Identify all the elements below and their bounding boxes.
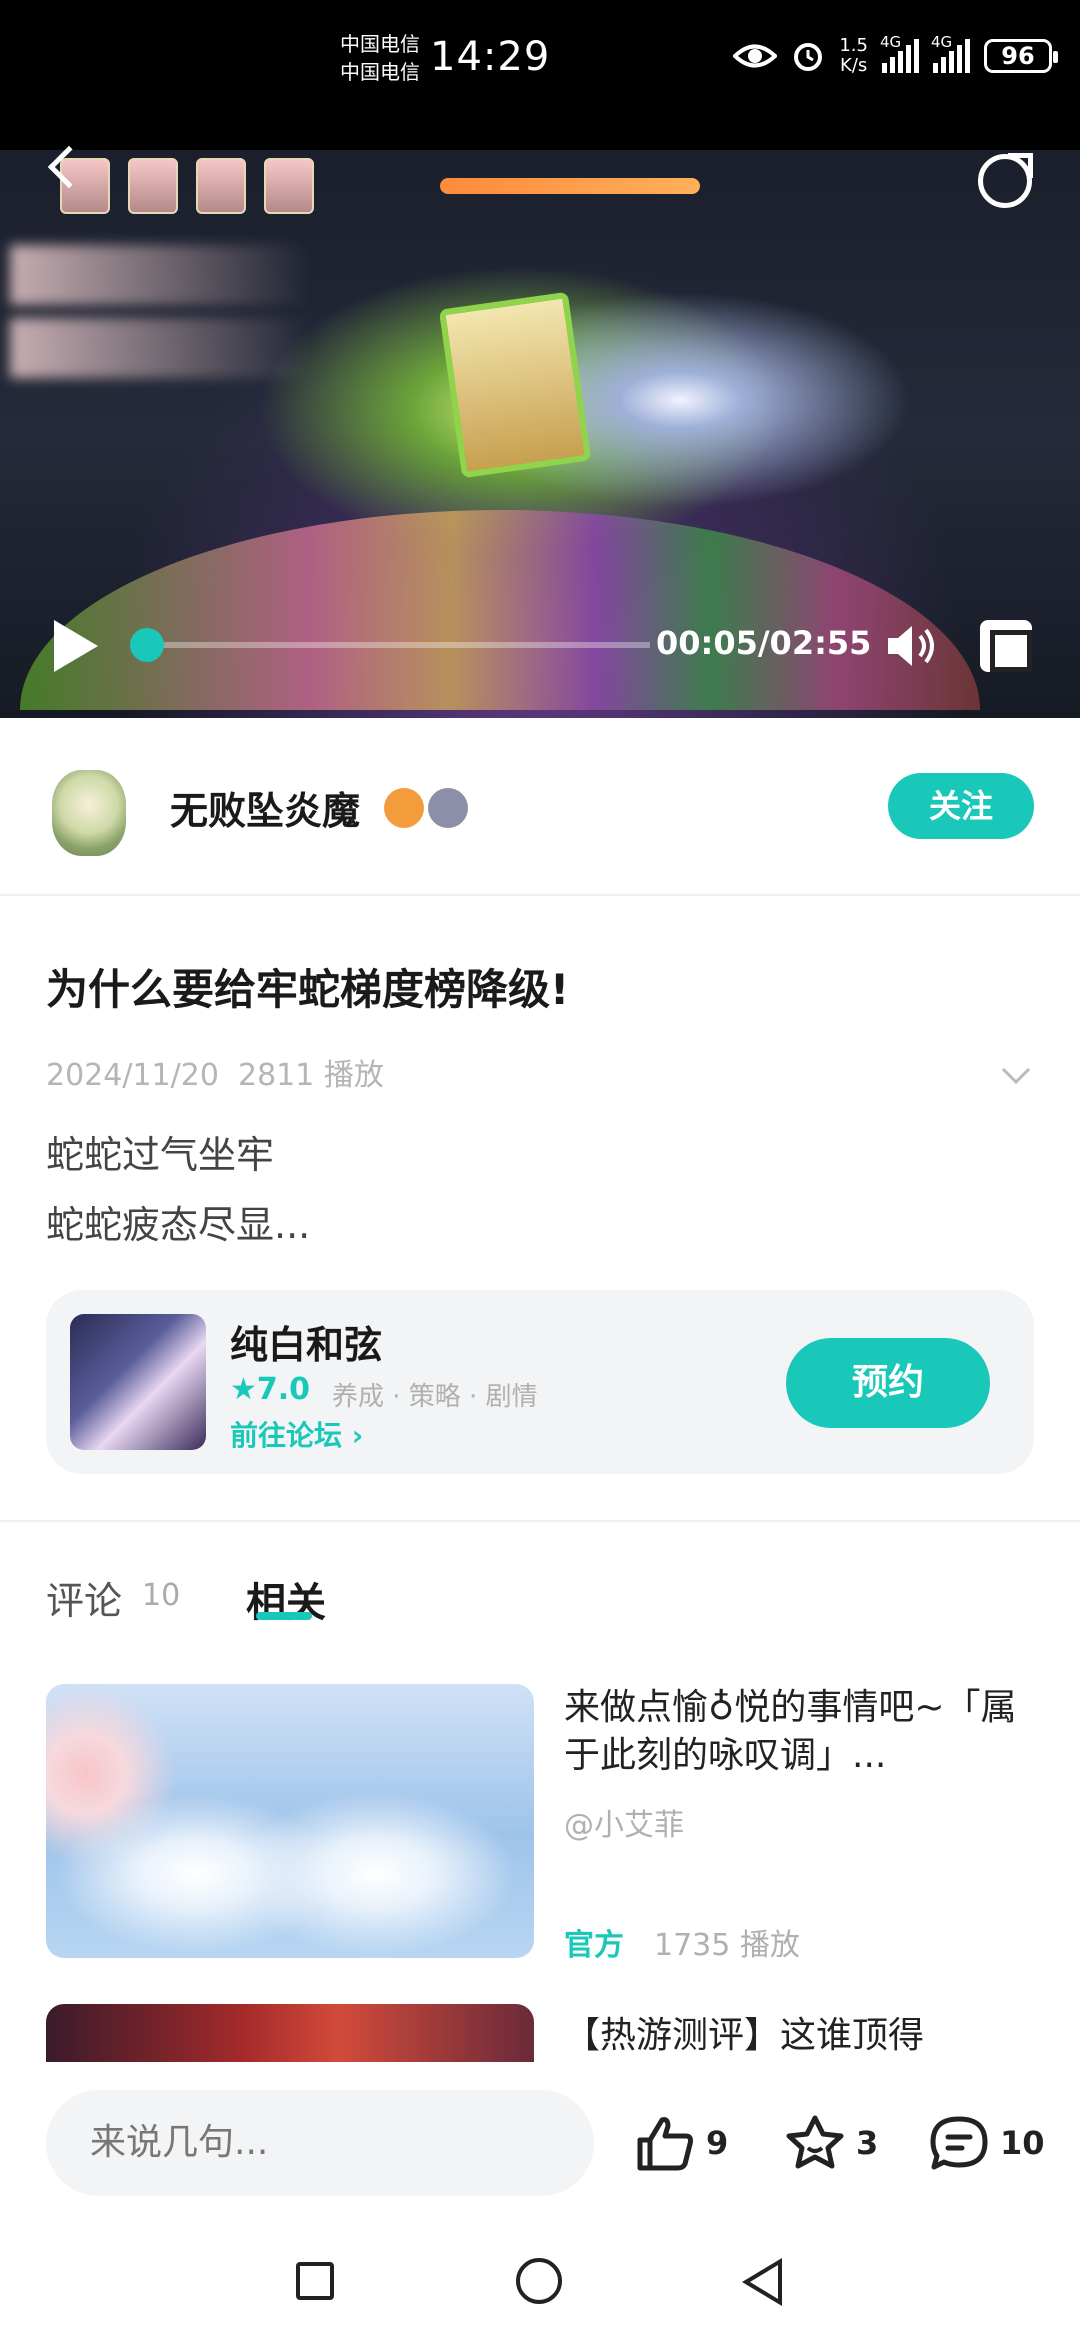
volume-icon[interactable] [884, 622, 940, 670]
game-rating: ★7.0 [230, 1372, 311, 1407]
game-tags: 养成 · 策略 · 剧情 [332, 1382, 538, 1412]
boss-health-bar [440, 178, 700, 194]
portrait [128, 158, 178, 214]
progress-track[interactable] [150, 642, 650, 648]
play-icon[interactable] [54, 620, 98, 672]
progress-handle[interactable] [130, 628, 164, 662]
system-nav-bar [0, 2218, 1080, 2338]
card-hand [20, 510, 980, 710]
signal-icon-1: 4G [880, 33, 919, 73]
avatar[interactable] [52, 770, 126, 856]
portrait [196, 158, 246, 214]
post-meta: 2024/11/20 2811 播放 [46, 1050, 384, 1094]
comment-input[interactable]: 来说几句... [46, 2090, 594, 2196]
comment-icon [930, 2116, 988, 2170]
chevron-down-icon[interactable] [1001, 1055, 1031, 1085]
carrier-info: 中国电信 中国电信 [340, 30, 420, 86]
signal-2-label: 4G [931, 33, 953, 51]
post-body-line: 蛇蛇疲态尽显... [46, 1203, 311, 1247]
post-body: 蛇蛇过气坐牢 蛇蛇疲态尽显... [46, 1120, 310, 1260]
forum-link[interactable]: 前往论坛 › [230, 1414, 363, 1454]
reserve-button[interactable]: 预约 [786, 1338, 990, 1428]
thumbs-up-icon [637, 2117, 693, 2171]
divider [0, 1520, 1080, 1522]
net-speed: 1.5 K/s [839, 36, 868, 76]
comment-count: 10 [1000, 2124, 1045, 2162]
post-date: 2024/11/20 [46, 1058, 219, 1093]
tab-comments-count: 10 [142, 1578, 181, 1613]
signal-1-label: 4G [880, 33, 902, 51]
carrier-1: 中国电信 [340, 32, 420, 56]
eye-icon [733, 44, 778, 68]
related-title[interactable]: 【热游测评】这谁顶得 [564, 2006, 924, 2058]
game-badge-icon [428, 788, 468, 828]
net-speed-unit: K/s [840, 55, 868, 76]
tab-comments[interactable]: 评论 [46, 1570, 122, 1625]
game-name: 纯白和弦 [230, 1323, 383, 1367]
battery-icon: 96 [984, 39, 1058, 73]
clock: 14:29 [430, 34, 551, 80]
favorite-count: 3 [856, 2124, 879, 2162]
blurred-banner [10, 318, 310, 378]
carrier-2: 中国电信 [340, 60, 420, 84]
game-card[interactable]: 纯白和弦 ★7.0 养成 · 策略 · 剧情 前往论坛 › 预约 [46, 1290, 1034, 1474]
game-icon[interactable] [70, 1314, 206, 1450]
home-icon[interactable] [516, 2258, 562, 2304]
featured-card [438, 291, 592, 479]
related-thumbnail[interactable] [46, 2004, 534, 2064]
related-plays: 1735 播放 [654, 1928, 800, 1963]
related-title[interactable]: 来做点愉♁悦的事情吧~「属于此刻的咏叹调」... [564, 1684, 1024, 1780]
comment-button[interactable]: 10 [928, 2114, 1045, 2172]
status-bar: 中国电信 中国电信 14:29 1.5 K/s 4G 4G 96 [0, 0, 1080, 150]
signal-icon-2: 4G [931, 33, 970, 73]
nav-back-icon[interactable] [742, 2258, 782, 2306]
bottom-action-bar: 来说几句... 9 3 10 [0, 2062, 1080, 2196]
like-button[interactable]: 9 [634, 2114, 728, 2172]
tab-active-indicator [256, 1612, 312, 1620]
post-plays: 2811 播放 [238, 1058, 384, 1093]
recents-icon[interactable] [296, 2262, 334, 2300]
time-display: 00:05/02:55 [656, 624, 872, 662]
alarm-icon [794, 43, 823, 71]
author-name[interactable]: 无败坠炎魔 [170, 780, 360, 835]
related-author[interactable]: @小艾菲 [564, 1800, 684, 1844]
star-icon [786, 2115, 844, 2169]
follow-button[interactable]: 关注 [888, 773, 1034, 839]
like-count: 9 [706, 2124, 729, 2162]
net-speed-value: 1.5 [839, 35, 868, 56]
official-badge: 官方 [564, 1928, 624, 1963]
share-icon[interactable] [978, 153, 1033, 208]
post-body-line: 蛇蛇过气坐牢 [46, 1133, 275, 1177]
status-icons: 1.5 K/s 4G 4G 96 [733, 33, 1058, 76]
party-portraits [60, 158, 314, 214]
author-row: 无败坠炎魔 关注 [0, 718, 1080, 896]
post-title: 为什么要给牢蛇梯度榜降级! [46, 965, 570, 1014]
favorite-button[interactable]: 3 [784, 2114, 878, 2172]
fullscreen-icon[interactable] [980, 620, 1032, 672]
related-thumbnail[interactable] [46, 1684, 534, 1958]
blurred-banner [10, 245, 310, 305]
portrait [264, 158, 314, 214]
level-badge-icon [384, 788, 424, 828]
